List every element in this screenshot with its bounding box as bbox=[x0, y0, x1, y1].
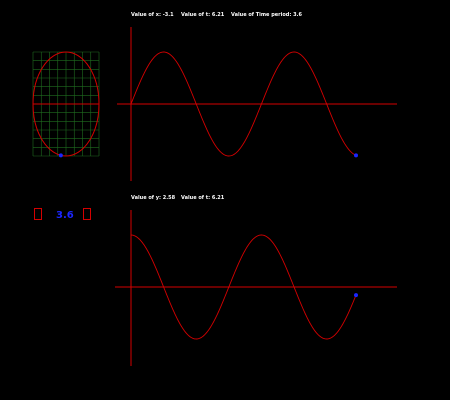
time-period-readout: Value of Time period: 3.6 bbox=[231, 12, 302, 18]
phase-point-dot bbox=[58, 153, 63, 158]
period-value-display: 3.6 bbox=[56, 210, 74, 221]
t-value-readout-bottom: Value of t: 6.21 bbox=[181, 195, 225, 201]
simulation-canvas: Value of x: -3.1 Value of t: 6.21 Value … bbox=[0, 0, 450, 400]
y-value-readout: Value of y: 2.58 bbox=[131, 195, 176, 201]
increase-period-button[interactable] bbox=[83, 208, 91, 220]
scene-svg bbox=[32, 27, 397, 366]
t-value-readout-top: Value of t: 6.21 bbox=[181, 12, 225, 18]
x-value-readout: Value of x: -3.1 bbox=[131, 12, 174, 18]
y-graph-current-point-dot bbox=[354, 293, 358, 298]
x-graph-current-point-dot bbox=[354, 153, 358, 158]
decrease-period-button[interactable] bbox=[34, 208, 42, 220]
